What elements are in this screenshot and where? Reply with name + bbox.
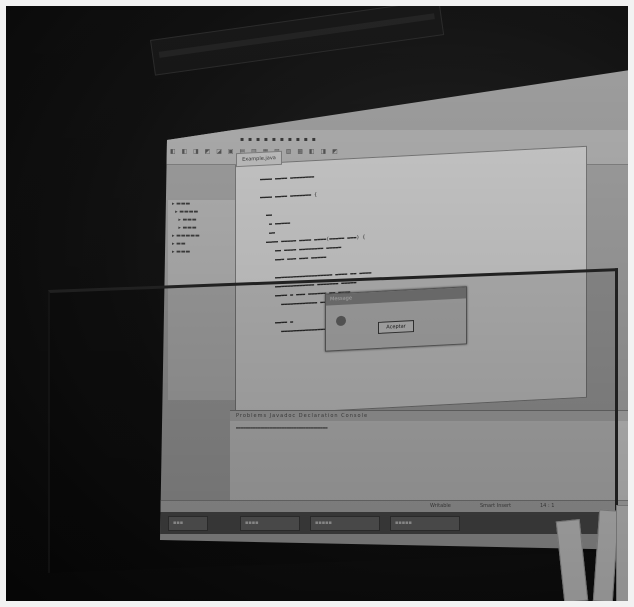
tree-item: ▸ ▬▬▬▬▬ bbox=[172, 233, 200, 239]
tree-item: ▸ ▬▬▬ bbox=[172, 201, 191, 207]
ceiling-light-fixture bbox=[150, 0, 445, 76]
tree-item: ▸ ▬▬▬ bbox=[172, 217, 197, 223]
photo-scene: ▪ ▪ ▪ ▪ ▪ ▪ ▪ ▪ ▪ ▪ ◧ ◧ ◨ ◩ ◪ ▣ ▤ ▥ ▦ ▧ … bbox=[0, 0, 634, 607]
tree-item: ▸ ▬▬▬ bbox=[172, 249, 191, 255]
tree-item: ▸ ▬▬▬▬ bbox=[172, 209, 199, 215]
editor-tab: Example.java bbox=[236, 150, 282, 168]
glass-partition bbox=[48, 268, 618, 573]
tree-item: ▸ ▬▬ bbox=[172, 241, 186, 247]
ide-window-title: ▪ ▪ ▪ ▪ ▪ ▪ ▪ ▪ ▪ ▪ bbox=[240, 136, 317, 143]
tree-item: ▸ ▬▬▬ bbox=[172, 225, 197, 231]
chair-back bbox=[616, 505, 632, 602]
